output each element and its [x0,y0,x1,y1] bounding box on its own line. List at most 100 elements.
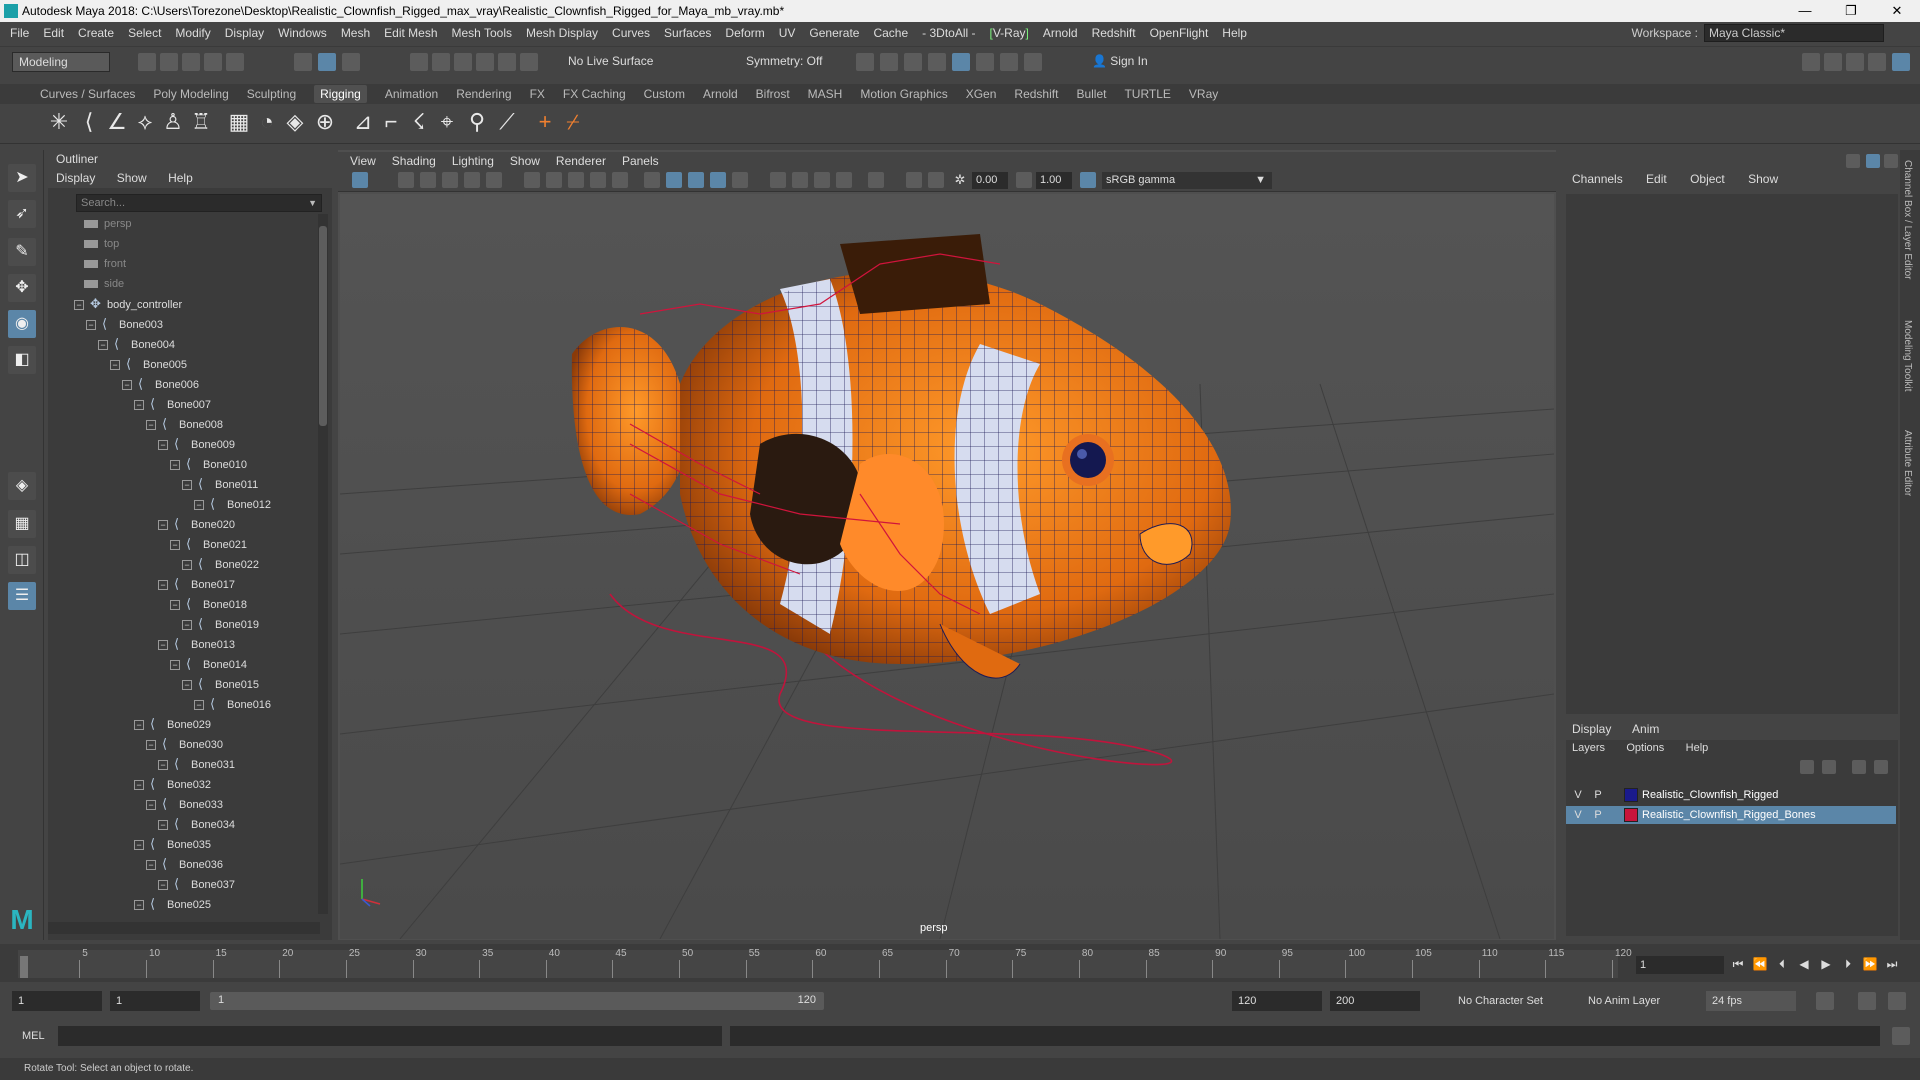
gate-mask-icon[interactable] [590,172,606,188]
select-tool-icon[interactable]: ➤ [8,164,36,192]
shelf-tab-fx[interactable]: FX [530,87,545,101]
search-options-chevron-icon[interactable]: ▼ [308,195,317,211]
menu-curves[interactable]: Curves [612,26,650,40]
outliner-item[interactable]: − ⟨ Bone005 [110,354,187,374]
step-back-key-icon[interactable]: ⏴ [1774,955,1790,973]
outliner-item[interactable]: − ⟨ Bone011 [182,474,258,494]
expand-toggle-icon[interactable]: − [170,540,180,551]
outliner-layout-icon[interactable]: ☰ [8,582,36,610]
expand-toggle-icon[interactable]: − [134,840,144,851]
blendshape-icon[interactable]: ⚲ [464,108,490,136]
shadows-icon[interactable] [770,172,786,188]
wrap-icon[interactable]: ◈ [282,108,308,136]
expand-toggle-icon[interactable]: − [146,860,156,871]
shelf-tab-animation[interactable]: Animation [385,87,438,101]
menu-deform[interactable]: Deform [725,26,764,40]
animation-end-field[interactable]: 200 [1330,991,1420,1011]
outliner-item[interactable]: − ✥ body_controller [74,294,182,314]
select-object-icon[interactable] [318,53,336,71]
tool-settings-toggle-icon[interactable] [1884,154,1898,168]
menu-arnold[interactable]: Arnold [1043,26,1078,40]
live-surface-field[interactable]: No Live Surface [562,52,666,72]
create-joints-icon[interactable]: ✳ [46,108,72,136]
outliner-item[interactable]: − ⟨ Bone020 [158,514,235,534]
use-all-lights-icon[interactable] [732,172,748,188]
fps-dropdown[interactable]: 24 fps [1706,991,1796,1011]
menu-set-dropdown[interactable]: Modeling [12,52,110,72]
shelf-tab-poly-modeling[interactable]: Poly Modeling [153,87,228,101]
attribute-editor-toggle-icon[interactable] [1866,154,1880,168]
snap-point-icon[interactable] [454,53,472,71]
expand-toggle-icon[interactable]: − [110,360,120,371]
scrollbar-thumb[interactable] [319,226,327,426]
smooth-bind-icon[interactable]: ☇ [406,108,432,136]
expand-toggle-icon[interactable]: − [158,440,168,451]
outliner-item[interactable]: − ⟨ Bone012 [194,494,271,514]
isolate-select-icon[interactable] [868,172,884,188]
expand-toggle-icon[interactable]: − [74,300,84,311]
snap-view-plane-icon[interactable] [476,53,494,71]
outliner-item[interactable]: − ⟨ Bone007 [134,394,211,414]
menu-3dtoall[interactable]: - 3DtoAll - [922,26,975,40]
modeling-toolkit-icon[interactable] [1802,53,1820,71]
menu-create[interactable]: Create [78,26,114,40]
menu-display[interactable]: Display [225,26,264,40]
color-management-icon[interactable] [1080,172,1096,188]
animation-start-field[interactable]: 1 [12,991,102,1011]
expand-toggle-icon[interactable]: − [194,500,204,511]
expand-toggle-icon[interactable]: − [98,340,108,351]
viewport-menu-show[interactable]: Show [510,152,540,170]
layer-row[interactable]: V P Realistic_Clownfish_Rigged [1566,786,1896,804]
menu-openflight[interactable]: OpenFlight [1150,26,1209,40]
outliner-item[interactable]: − ⟨ Bone009 [158,434,235,454]
expand-toggle-icon[interactable]: − [146,800,156,811]
gamma-icon[interactable] [1016,172,1032,188]
outliner-item[interactable]: − ⟨ Bone022 [182,554,259,574]
shelf-tab-vray[interactable]: VRay [1189,87,1218,101]
menu-vray[interactable]: [V-Ray] [990,26,1029,40]
outliner-item[interactable]: − ⟨ Bone030 [146,734,223,754]
layer-color-swatch[interactable] [1624,808,1638,823]
expand-toggle-icon[interactable]: − [182,560,192,571]
channels-menu-object[interactable]: Object [1690,172,1725,186]
pause-viewport-icon[interactable] [1024,53,1042,71]
two-view-icon[interactable]: ◫ [8,546,36,574]
ipr-render-icon[interactable] [904,53,922,71]
expand-toggle-icon[interactable]: − [170,600,180,611]
expand-toggle-icon[interactable]: − [134,720,144,731]
outliner-item[interactable]: − ⟨ Bone035 [134,834,211,854]
viewport-menu-panels[interactable]: Panels [622,152,659,170]
hypershade-icon[interactable] [952,53,970,71]
menu-uv[interactable]: UV [779,26,796,40]
shelf-tab-arnold[interactable]: Arnold [703,87,738,101]
rotate-tool-icon[interactable]: ◉ [8,310,36,338]
character-set-dropdown[interactable]: No Character Set [1452,991,1572,1011]
shelf-tab-redshift[interactable]: Redshift [1014,87,1058,101]
viewport-menu-shading[interactable]: Shading [392,152,436,170]
bind-skin-icon[interactable]: ⊿ [350,108,376,136]
outliner-item[interactable]: − ⟨ Bone004 [98,334,175,354]
layer-menu-options[interactable]: Options [1626,742,1664,754]
outliner-item[interactable]: top [84,234,119,254]
play-backwards-icon[interactable]: ◀ [1796,955,1812,973]
menu-mesh-tools[interactable]: Mesh Tools [452,26,512,40]
menu-redshift[interactable]: Redshift [1092,26,1136,40]
wireframe-on-shaded-icon[interactable] [688,172,704,188]
new-layer-from-selection-icon[interactable] [1874,760,1888,774]
go-to-start-icon[interactable]: ⏮ [1730,955,1746,973]
cluster-icon[interactable]: ◔ [254,108,280,136]
snap-grid-icon[interactable] [410,53,428,71]
viewport-menu-lighting[interactable]: Lighting [452,152,494,170]
shelf-tab-sculpting[interactable]: Sculpting [247,87,296,101]
insert-joint-icon[interactable]: ⟨ [76,108,102,136]
outliner-item[interactable]: − ⟨ Bone003 [86,314,163,334]
outliner-item[interactable]: − ⟨ Bone025 [134,894,211,914]
constraint-icon[interactable]: ⟋ [494,108,520,136]
script-editor-icon[interactable] [1892,1027,1910,1045]
paint-select-tool-icon[interactable]: ✎ [8,238,36,266]
expand-toggle-icon[interactable]: − [146,740,156,751]
ik-handle-icon[interactable]: ∠ [104,108,130,136]
outliner-item[interactable]: − ⟨ Bone015 [182,674,259,694]
side-tab-modeling-toolkit[interactable]: Modeling Toolkit [1902,320,1913,392]
shelf-tab-xgen[interactable]: XGen [966,87,997,101]
